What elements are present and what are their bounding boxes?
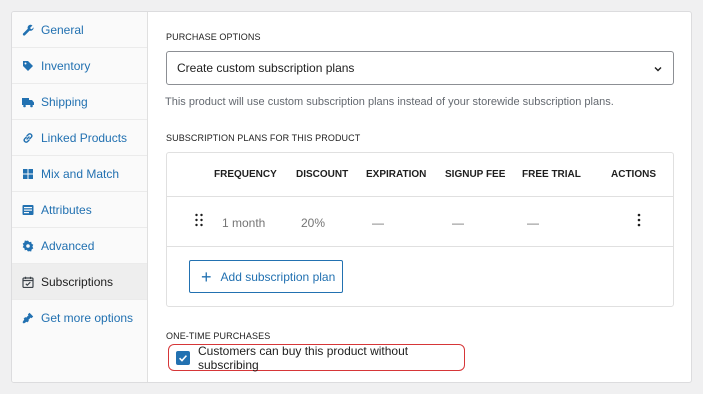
- plan-expiration: —: [372, 216, 384, 230]
- sidebar-item-label: Linked Products: [41, 130, 128, 145]
- plan-signup-fee: —: [452, 216, 464, 230]
- product-data-panel: General Inventory Shipping Linked Produc…: [11, 11, 692, 383]
- row-divider: [167, 196, 673, 197]
- list-icon: [22, 204, 34, 216]
- sidebar-item-shipping[interactable]: Shipping: [12, 84, 147, 120]
- sidebar-item-label: Mix and Match: [41, 166, 120, 181]
- wrench-icon: [22, 24, 34, 36]
- column-header-free-trial: FREE TRIAL: [522, 169, 581, 180]
- gear-icon: [22, 240, 34, 252]
- plan-frequency: 1 month: [222, 216, 266, 230]
- sidebar-item-label: Subscriptions: [41, 274, 114, 289]
- subscription-plans-table: FREQUENCY DISCOUNT EXPIRATION SIGNUP FEE…: [166, 152, 674, 307]
- purchase-options-label: PURCHASE OPTIONS: [166, 32, 261, 42]
- sidebar-item-subscriptions[interactable]: Subscriptions: [12, 264, 147, 300]
- plus-icon: +: [201, 266, 212, 287]
- column-header-actions: ACTIONS: [611, 169, 656, 180]
- one-time-purchase-option[interactable]: Customers can buy this product without s…: [168, 343, 465, 372]
- sidebar-item-linked-products[interactable]: Linked Products: [12, 120, 147, 156]
- column-header-frequency: FREQUENCY: [214, 169, 277, 180]
- truck-icon: [22, 96, 34, 108]
- product-data-tabs: General Inventory Shipping Linked Produc…: [12, 12, 148, 382]
- link-icon: [22, 132, 34, 144]
- sidebar-item-label: Advanced: [41, 238, 95, 253]
- one-time-purchase-label: Customers can buy this product without s…: [198, 343, 409, 372]
- one-time-purchases-label: ONE-TIME PURCHASES: [166, 331, 271, 341]
- sidebar-item-get-more-options[interactable]: Get more options: [12, 300, 147, 336]
- calendar-check-icon: [22, 276, 34, 288]
- column-header-signup-fee: SIGNUP FEE: [445, 169, 506, 180]
- add-subscription-plan-button[interactable]: + Add subscription plan: [189, 260, 343, 293]
- plugin-icon: [22, 312, 34, 324]
- sidebar-item-label: Inventory: [41, 58, 91, 73]
- sidebar-item-attributes[interactable]: Attributes: [12, 192, 147, 228]
- tag-icon: [22, 60, 34, 72]
- sidebar-item-label: General: [41, 22, 84, 37]
- purchase-options-select[interactable]: Create custom subscription plans: [166, 51, 674, 85]
- purchase-options-value: Create custom subscription plans: [177, 61, 355, 75]
- sidebar-item-mix-and-match[interactable]: Mix and Match: [12, 156, 147, 192]
- chevron-down-icon: [653, 63, 663, 73]
- sidebar-item-general[interactable]: General: [12, 12, 147, 48]
- plan-discount: 20%: [301, 216, 326, 230]
- grid-icon: [22, 168, 34, 180]
- column-header-discount: DISCOUNT: [296, 169, 349, 180]
- drag-handle-icon[interactable]: [194, 212, 204, 228]
- purchase-options-help-text: This product will use custom subscriptio…: [165, 96, 614, 108]
- add-subscription-plan-label: Add subscription plan: [220, 269, 336, 284]
- sidebar-item-label: Get more options: [41, 311, 134, 325]
- sidebar-item-advanced[interactable]: Advanced: [12, 228, 147, 264]
- subscriptions-panel: PURCHASE OPTIONS Create custom subscript…: [165, 12, 675, 382]
- sidebar-item-label: Shipping: [41, 94, 88, 109]
- one-time-purchase-checkbox[interactable]: [176, 350, 190, 365]
- column-header-expiration: EXPIRATION: [366, 169, 427, 180]
- more-vertical-icon[interactable]: [636, 212, 642, 228]
- sidebar-item-label: Attributes: [41, 202, 92, 217]
- sidebar-item-inventory[interactable]: Inventory: [12, 48, 147, 84]
- plan-free-trial: —: [527, 216, 539, 230]
- subscription-plans-label: SUBSCRIPTION PLANS FOR THIS PRODUCT: [166, 133, 361, 143]
- row-divider: [167, 246, 673, 247]
- check-icon: [179, 354, 188, 362]
